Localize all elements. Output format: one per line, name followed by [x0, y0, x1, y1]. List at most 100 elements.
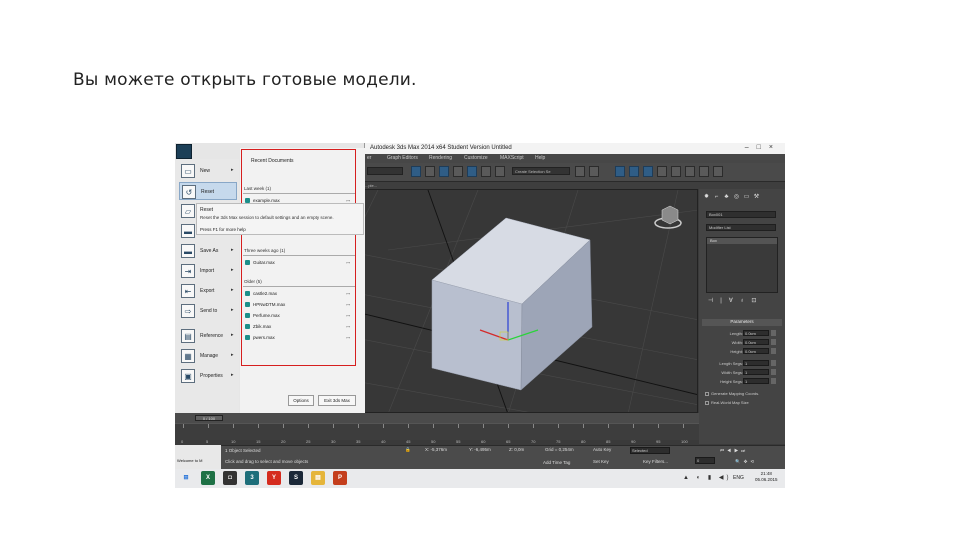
application-button-icon[interactable]	[176, 144, 192, 159]
y-coordinate[interactable]: Y: -6,495m	[469, 447, 491, 452]
powerpoint-icon[interactable]: P	[333, 471, 347, 485]
menu-item-graph-editors[interactable]: Graph Editors	[387, 155, 418, 161]
display-tab-icon[interactable]: ▭	[742, 193, 751, 201]
app-menu-item-new[interactable]: ▭ New ▸	[179, 162, 237, 180]
z-coordinate[interactable]: Z: 0,0m	[509, 447, 524, 452]
steam-icon[interactable]: S	[289, 471, 303, 485]
modify-tab-icon[interactable]: ⌐	[712, 194, 721, 202]
select-region-icon[interactable]	[439, 166, 449, 177]
app-menu-item-save-as[interactable]: ▬ Save As ▸	[179, 242, 237, 260]
windows-start-icon[interactable]: ⊞	[179, 471, 193, 485]
x-coordinate[interactable]: X: -5,376m	[425, 447, 447, 452]
maxscript-listener[interactable]: Welcome to M	[175, 445, 221, 469]
configure-sets-icon[interactable]: ⊡	[751, 298, 763, 304]
app-menu-item-send-to[interactable]: ⇨ Send to ▸	[179, 302, 237, 320]
app-menu-item-reset[interactable]: ↺ Reset	[179, 182, 237, 200]
clock[interactable]: 21:48 05.06.2015	[755, 471, 778, 483]
key-filters-button[interactable]: Key Filters...	[643, 459, 668, 464]
pin-icon[interactable]: ⊶	[346, 302, 350, 307]
create-tab-icon[interactable]: ✸	[702, 193, 711, 201]
viewport-nav-icons[interactable]: 🔍✥⟲	[735, 459, 757, 465]
menu-item-rendering[interactable]: Rendering	[429, 155, 452, 161]
recent-group-label[interactable]: Last week (1)	[244, 186, 271, 191]
playback-controls-icon[interactable]: ⏮◀▶⏭	[720, 448, 748, 453]
recent-file-item[interactable]: Guitar.max	[245, 260, 275, 266]
minimize-icon[interactable]: –	[745, 144, 757, 151]
pin-icon[interactable]: ⊶	[346, 313, 350, 318]
utilities-tab-icon[interactable]: ⚒	[752, 193, 761, 201]
yandex-browser-icon[interactable]: Y	[267, 471, 281, 485]
auto-key-button[interactable]: Auto Key	[593, 447, 611, 452]
spinner-icon[interactable]	[771, 378, 776, 384]
current-frame-field[interactable]: 0	[695, 457, 715, 464]
pin-icon[interactable]: ⊶	[346, 260, 350, 265]
menu-item-maxscript[interactable]: MAXScript	[500, 155, 524, 161]
width-segs-param[interactable]: Width Segs: 1	[703, 369, 781, 376]
spinner-icon[interactable]	[771, 369, 776, 375]
recent-file-item[interactable]: castle2.max	[245, 291, 277, 297]
remove-modifier-icon[interactable]: ♁	[740, 298, 752, 304]
track-bar[interactable]	[175, 423, 699, 440]
add-time-tag[interactable]: Add Time Tag	[543, 460, 570, 465]
spinner-icon[interactable]	[771, 348, 776, 354]
modifier-stack[interactable]: Box	[706, 237, 778, 293]
spinner-icon[interactable]	[771, 330, 776, 336]
menu-item-help[interactable]: Help	[535, 155, 545, 161]
schematic-view-icon[interactable]	[657, 166, 667, 177]
mirror-icon[interactable]	[575, 166, 585, 177]
window-crossing-icon[interactable]	[453, 166, 463, 177]
app-menu-item-properties[interactable]: ▣ Properties ▸	[179, 367, 237, 385]
recent-file-item[interactable]: pwers.max	[245, 335, 275, 341]
recent-file-item[interactable]: HPNwDTM.max	[245, 302, 285, 308]
material-editor-icon[interactable]	[671, 166, 681, 177]
generate-mapping-checkbox[interactable]: Generate Mapping Coords.	[705, 391, 783, 396]
pin-stack-icon[interactable]: ⊣	[708, 298, 720, 304]
close-icon[interactable]: ×	[769, 144, 781, 151]
lock-icon[interactable]: 🔒	[405, 447, 411, 453]
modifier-stack-item[interactable]: Box	[707, 238, 777, 244]
rendered-frame-icon[interactable]	[699, 166, 709, 177]
show-end-result-icon[interactable]: |	[720, 298, 729, 304]
pin-icon[interactable]: ⊶	[346, 335, 350, 340]
viewcube-icon[interactable]	[654, 205, 682, 229]
excel-icon[interactable]: X	[201, 471, 215, 485]
checkbox-icon[interactable]	[705, 391, 709, 396]
motion-tab-icon[interactable]: ◎	[732, 193, 741, 201]
selection-set-dropdown[interactable]: Create Selection Se	[512, 167, 570, 175]
menu-item-customize[interactable]: Customize	[464, 155, 488, 161]
modifier-list-dropdown[interactable]: Modifier List	[706, 224, 776, 231]
language-indicator[interactable]: ENG	[733, 475, 744, 481]
select-by-name-icon[interactable]	[425, 166, 435, 177]
rotate-icon[interactable]	[481, 166, 491, 177]
select-icon[interactable]	[411, 166, 421, 177]
length-segs-param[interactable]: Length Segs: 1	[703, 360, 781, 367]
recent-group-label[interactable]: Older (5)	[244, 279, 262, 284]
render-production-icon[interactable]	[713, 166, 723, 177]
checkbox-icon[interactable]	[705, 400, 709, 405]
options-button[interactable]: Options	[288, 395, 314, 406]
reference-coord-dropdown[interactable]	[367, 167, 403, 175]
time-slider-bar[interactable]: 0 / 100	[175, 413, 699, 423]
height-segs-param[interactable]: Height Segs: 1	[703, 378, 781, 385]
align-icon[interactable]	[589, 166, 599, 177]
layer-manager-icon[interactable]	[615, 166, 625, 177]
curve-editor-icon[interactable]	[643, 166, 653, 177]
width-param[interactable]: Width: 0.0cm	[703, 339, 781, 346]
maximize-icon[interactable]: □	[757, 144, 769, 151]
3dsmax-icon[interactable]: 3	[245, 471, 259, 485]
time-slider[interactable]: 0 / 100	[195, 415, 223, 421]
length-param[interactable]: Length: 0.0cm	[703, 330, 781, 337]
spinner-icon[interactable]	[771, 360, 776, 366]
height-param[interactable]: Height: 0.0cm	[703, 348, 781, 355]
menu-item-customize-ui[interactable]: er	[367, 155, 371, 161]
recent-file-item[interactable]: Zbik.max	[245, 324, 271, 330]
move-icon[interactable]	[467, 166, 477, 177]
object-name-field[interactable]: Box001	[706, 211, 776, 218]
scale-icon[interactable]	[495, 166, 505, 177]
box-object[interactable]	[431, 217, 593, 391]
selected-dropdown[interactable]: Selected	[630, 447, 670, 454]
parameters-rollout-title[interactable]: Parameters	[702, 319, 782, 326]
app-menu-item-reference[interactable]: ▤ Reference ▸	[179, 327, 237, 345]
system-tray-icons[interactable]: ▲ ◐ ▮ ◀)	[683, 474, 731, 481]
real-world-map-checkbox[interactable]: Real-World Map Size	[705, 400, 783, 405]
